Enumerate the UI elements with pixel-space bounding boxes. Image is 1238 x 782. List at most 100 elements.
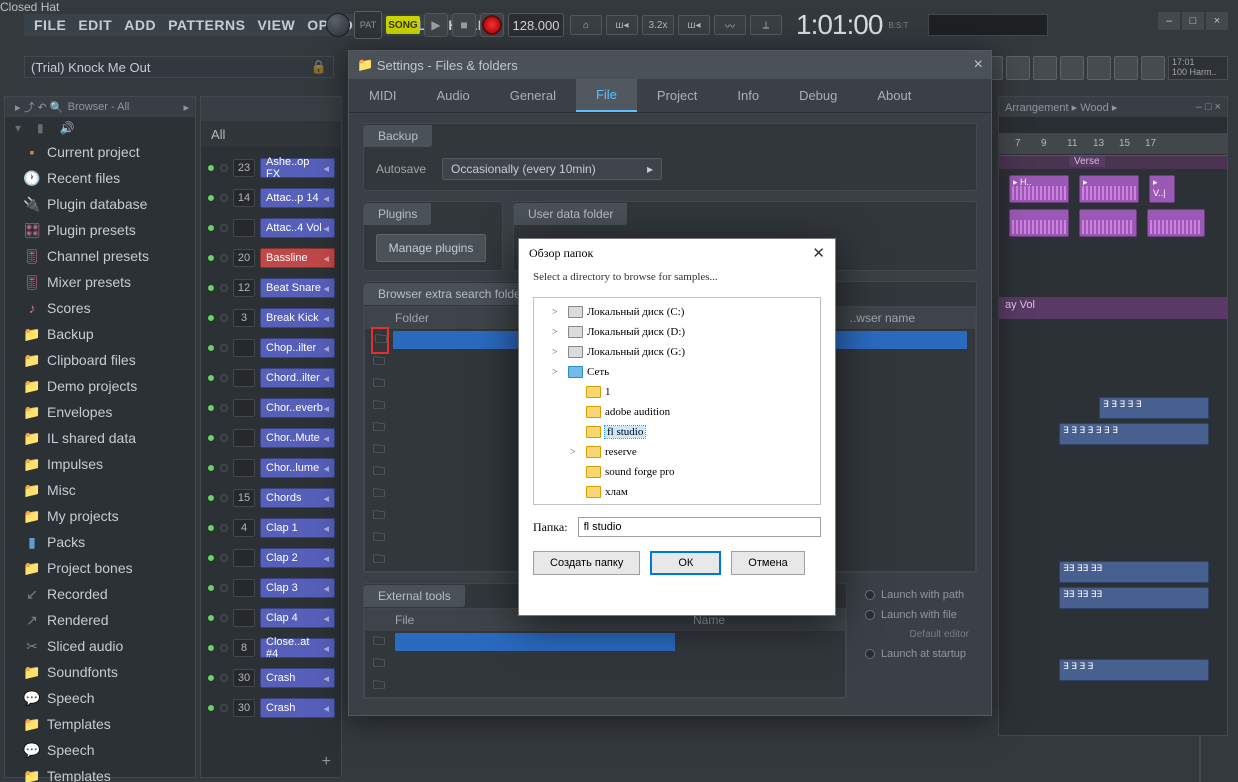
tree-node[interactable]: sound forge pro <box>534 462 820 482</box>
channel-led[interactable] <box>207 374 215 382</box>
settings-tab-midi[interactable]: MIDI <box>349 79 416 112</box>
channel-mute[interactable] <box>220 464 228 472</box>
channel-number[interactable] <box>233 369 255 387</box>
expand-icon[interactable]: > <box>552 347 564 358</box>
channel-name[interactable]: Chor..Mute ◂ <box>260 428 335 448</box>
tree-node[interactable]: хлам <box>534 482 820 502</box>
channel-name[interactable]: Beat Snare ◂ <box>260 278 335 298</box>
pattern-selector[interactable]: PAT <box>354 11 382 39</box>
channel-number[interactable]: 15 <box>233 489 255 507</box>
folder-input[interactable] <box>578 517 821 537</box>
channel-name[interactable]: Crash ◂ <box>260 668 335 688</box>
audio-clip[interactable] <box>1009 209 1069 237</box>
channel-led[interactable] <box>207 344 215 352</box>
folder-icon[interactable]: ▮ <box>37 121 44 135</box>
channel-name[interactable]: Attac..4 Vol ◂ <box>260 218 335 238</box>
audio-clip[interactable]: ▸ V..| <box>1149 175 1175 203</box>
maximize-button[interactable]: □ <box>1182 12 1204 30</box>
channel-number[interactable] <box>233 549 255 567</box>
channel-name[interactable]: Clap 1 ◂ <box>260 518 335 538</box>
tree-node[interactable]: >Сеть <box>534 362 820 382</box>
menu-edit[interactable]: EDIT <box>72 17 118 33</box>
midi-clip[interactable]: ∃ ∃ ∃ ∃ ∃ ∃ ∃ <box>1059 423 1209 445</box>
toolbar-button-3[interactable] <box>1033 56 1057 80</box>
snap-button[interactable]: 3.2x <box>642 15 674 35</box>
browser-item[interactable]: ✂Sliced audio <box>5 633 195 659</box>
tree-node[interactable]: >reserve <box>534 442 820 462</box>
channel-name[interactable]: Clap 2 ◂ <box>260 548 335 568</box>
channel-led[interactable] <box>207 614 215 622</box>
channel-led[interactable] <box>207 404 215 412</box>
snap-button[interactable]: ш◂ <box>678 15 710 35</box>
audio-clip[interactable]: ▸ <box>1079 175 1139 203</box>
tempo-display[interactable]: 128.000 <box>508 13 564 37</box>
channel-mute[interactable] <box>220 194 228 202</box>
channel-number[interactable]: 23 <box>233 159 255 177</box>
channel-number[interactable]: 3 <box>233 309 255 327</box>
snap-button[interactable]: 〰 <box>714 15 746 35</box>
channel-name[interactable]: Close..at #4 ◂ <box>260 638 335 658</box>
browser-item[interactable]: ↙Recorded <box>5 581 195 607</box>
close-button[interactable]: × <box>1206 12 1228 30</box>
song-mode-toggle[interactable]: SONG <box>386 16 420 34</box>
manage-plugins-button[interactable]: Manage plugins <box>376 234 486 262</box>
cancel-button[interactable]: Отмена <box>731 551 804 575</box>
tool-row[interactable]: 🗀 <box>365 653 845 675</box>
launch-with-path-radio[interactable]: Launch with path <box>865 589 969 601</box>
browser-item[interactable]: 🔌Plugin database <box>5 191 195 217</box>
settings-tab-info[interactable]: Info <box>717 79 779 112</box>
channel-name[interactable]: Clap 3 ◂ <box>260 578 335 598</box>
channel-name[interactable]: Clap 4 ◂ <box>260 608 335 628</box>
channel-mute[interactable] <box>220 164 228 172</box>
close-icon[interactable]: ✕ <box>812 244 825 263</box>
channel-number[interactable] <box>233 579 255 597</box>
toolbar-button-7[interactable] <box>1141 56 1165 80</box>
browser-item[interactable]: 📁Misc <box>5 477 195 503</box>
channel-led[interactable] <box>207 554 215 562</box>
audio-clip[interactable] <box>1079 209 1137 237</box>
browser-item[interactable]: 🎛Plugin presets <box>5 217 195 243</box>
channel-name[interactable]: Crash ◂ <box>260 698 335 718</box>
browser-item[interactable]: 📁Project bones <box>5 555 195 581</box>
midi-clip[interactable]: ∃ ∃ ∃ ∃ ∃ <box>1099 397 1209 419</box>
ok-button[interactable]: ОК <box>650 551 721 575</box>
channel-led[interactable] <box>207 704 215 712</box>
speaker-icon[interactable]: 🔊 <box>60 121 75 135</box>
main-volume-knob[interactable] <box>326 13 350 37</box>
browser-item[interactable]: 📁Demo projects <box>5 373 195 399</box>
play-button[interactable]: ▶ <box>424 13 448 37</box>
tool-row[interactable]: 🗀 <box>365 675 845 697</box>
settings-tab-debug[interactable]: Debug <box>779 79 857 112</box>
tree-node[interactable]: >Локальный диск (G:) <box>534 342 820 362</box>
channel-number[interactable]: 20 <box>233 249 255 267</box>
expand-icon[interactable]: > <box>552 327 564 338</box>
audio-clip[interactable]: ▸ H.. <box>1009 175 1069 203</box>
lock-icon[interactable]: 🔒 <box>311 59 327 75</box>
channel-mute[interactable] <box>220 524 228 532</box>
browser-header[interactable]: ▸ ⤴ ↶ 🔍 Browser - All ▸ <box>5 97 195 117</box>
tool-row[interactable]: 🗀 <box>365 631 845 653</box>
channel-number[interactable] <box>233 339 255 357</box>
browser-item[interactable]: 📁IL shared data <box>5 425 195 451</box>
channel-number[interactable]: 30 <box>233 699 255 717</box>
menu-add[interactable]: ADD <box>118 17 162 33</box>
timeline-ruler[interactable]: 7911131517 <box>999 133 1227 155</box>
browser-item[interactable]: 💬Speech <box>5 737 195 763</box>
toolbar-button-5[interactable] <box>1087 56 1111 80</box>
channel-number[interactable]: 12 <box>233 279 255 297</box>
channel-number[interactable] <box>233 219 255 237</box>
minimize-button[interactable]: – <box>1158 12 1180 30</box>
midi-clip[interactable]: ∃ ∃ ∃ ∃ <box>1059 659 1209 681</box>
stop-button[interactable]: ■ <box>452 13 476 37</box>
browser-item[interactable]: 💬Speech <box>5 685 195 711</box>
close-icon[interactable]: × <box>974 56 983 74</box>
channel-number[interactable]: 30 <box>233 669 255 687</box>
audio-clip[interactable] <box>1147 209 1205 237</box>
channel-led[interactable] <box>207 524 215 532</box>
menu-file[interactable]: FILE <box>28 17 72 33</box>
tree-node[interactable]: 1 <box>534 382 820 402</box>
channel-name[interactable]: Chords ◂ <box>260 488 335 508</box>
channel-number[interactable] <box>233 429 255 447</box>
channel-led[interactable] <box>207 464 215 472</box>
channel-number[interactable] <box>233 459 255 477</box>
